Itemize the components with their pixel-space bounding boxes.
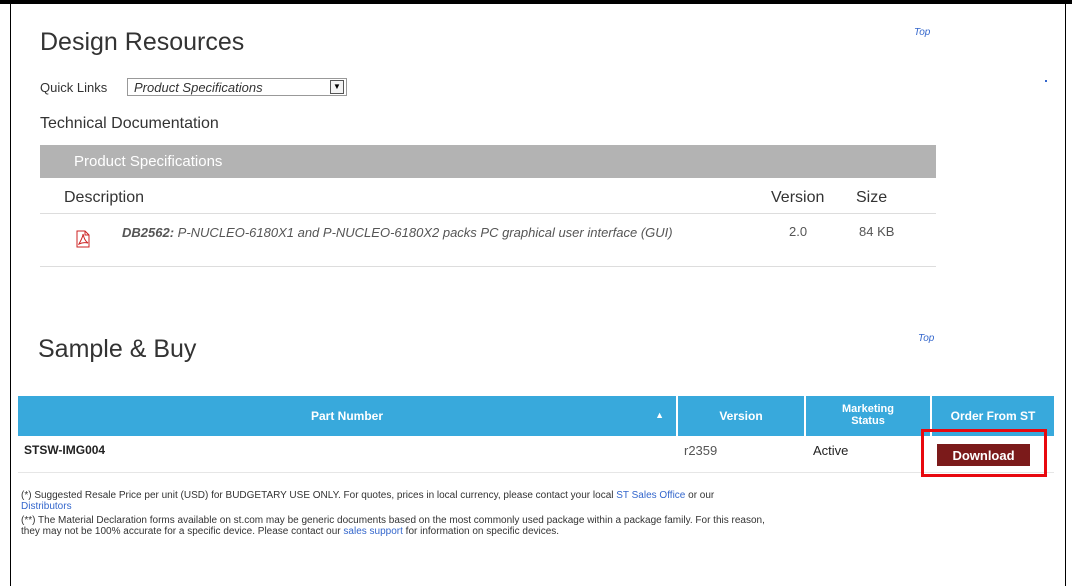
highlight-box bbox=[921, 429, 1047, 477]
column-version: Version bbox=[771, 189, 825, 206]
divider bbox=[18, 472, 1054, 473]
column-order-from-st-label: Order From ST bbox=[950, 409, 1036, 423]
decorative-dot bbox=[1045, 80, 1047, 82]
footnote-3-text: they may not be 100% accurate for a spec… bbox=[21, 526, 344, 537]
top-link-design-resources[interactable]: Top bbox=[914, 27, 930, 38]
column-marketing-status-label-1: Marketing bbox=[842, 403, 894, 415]
footnote-2: (**) The Material Declaration forms avai… bbox=[21, 515, 1061, 537]
column-size: Size bbox=[856, 189, 888, 206]
column-description: Description bbox=[64, 189, 145, 206]
technical-documentation-label: Technical Documentation bbox=[40, 115, 219, 132]
footnote-3-text-post: for information on specific devices. bbox=[402, 526, 560, 537]
chevron-down-icon[interactable]: ▼ bbox=[330, 80, 344, 94]
sales-support-link[interactable]: sales support bbox=[343, 526, 402, 537]
column-marketing-status[interactable]: Marketing Status bbox=[806, 396, 930, 436]
document-version: 2.0 bbox=[789, 224, 808, 239]
footnote-1: (*) Suggested Resale Price per unit (USD… bbox=[21, 490, 1061, 512]
pdf-icon[interactable] bbox=[76, 230, 90, 248]
distributors-link[interactable]: Distributors bbox=[21, 501, 72, 512]
document-link[interactable]: DB2562: P-NUCLEO-6180X1 and P-NUCLEO-618… bbox=[122, 224, 752, 242]
divider bbox=[40, 213, 936, 214]
column-version-sb[interactable]: Version bbox=[678, 396, 804, 436]
divider bbox=[40, 266, 936, 267]
quick-links-selected-value: Product Specifications bbox=[134, 80, 263, 95]
part-number-cell[interactable]: STSW-IMG004 bbox=[24, 443, 105, 457]
document-title: P-NUCLEO-6180X1 and P-NUCLEO-6180X2 pack… bbox=[177, 225, 673, 240]
footnote-1-text-mid: or our bbox=[685, 490, 715, 501]
st-sales-office-link[interactable]: ST Sales Office bbox=[616, 490, 685, 501]
design-resources-heading: Design Resources bbox=[40, 28, 245, 56]
status-cell: Active bbox=[813, 443, 849, 458]
product-specifications-header-label: Product Specifications bbox=[74, 153, 223, 170]
footnote-1-text: (*) Suggested Resale Price per unit (USD… bbox=[21, 490, 617, 501]
top-link-sample-buy[interactable]: Top bbox=[918, 333, 934, 344]
sort-ascending-icon[interactable]: ▲ bbox=[655, 410, 664, 420]
version-cell: r2359 bbox=[684, 443, 718, 458]
page-frame-left bbox=[10, 0, 11, 586]
quick-links-label: Quick Links bbox=[40, 80, 108, 95]
sample-buy-heading: Sample & Buy bbox=[38, 335, 197, 363]
document-id: DB2562: bbox=[122, 225, 175, 240]
quick-links-select[interactable]: Product Specifications ▼ bbox=[127, 78, 347, 96]
page-frame-right bbox=[1065, 0, 1066, 586]
column-version-sb-label: Version bbox=[719, 409, 763, 423]
column-marketing-status-label-2: Status bbox=[851, 415, 885, 427]
document-size: 84 KB bbox=[859, 224, 895, 239]
column-part-number-label: Part Number bbox=[310, 409, 384, 423]
column-part-number[interactable]: Part Number ▲ bbox=[18, 396, 676, 436]
product-specifications-header: Product Specifications bbox=[40, 145, 936, 178]
page-frame-top bbox=[0, 0, 1072, 4]
footnote-2-text: (**) The Material Declaration forms avai… bbox=[21, 515, 765, 526]
